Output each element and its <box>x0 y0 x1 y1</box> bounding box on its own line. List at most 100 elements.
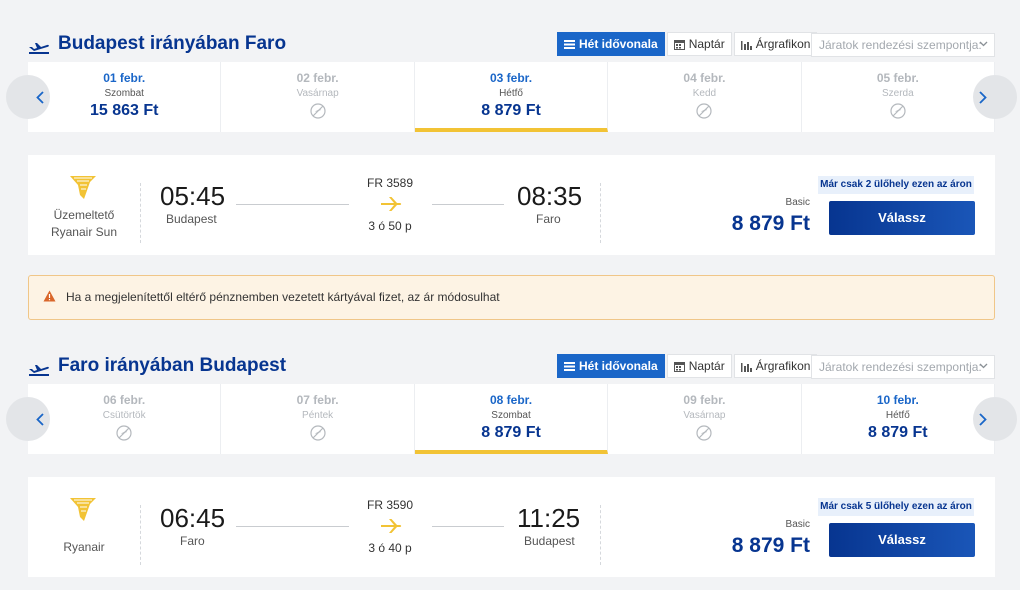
route-line <box>432 204 504 205</box>
view-label: Árgrafikon <box>755 37 811 51</box>
date-label: 04 febr. <box>683 71 726 85</box>
view-week-timeline[interactable]: Hét idővonala <box>557 32 665 56</box>
date-label: 07 febr. <box>296 393 339 407</box>
date-cell: 07 febr. Péntek <box>221 384 415 454</box>
chevron-right-icon <box>979 412 987 426</box>
date-cell: 09 febr. Vasárnap <box>608 384 802 454</box>
seats-left-badge: Már csak 2 ülőhely ezen az áron <box>818 176 974 194</box>
view-week-timeline[interactable]: Hét idővonala <box>557 354 665 378</box>
flight-price: 8 879 Ft <box>731 212 810 235</box>
ryanair-harp-logo-icon <box>70 498 96 521</box>
prev-dates-button[interactable] <box>6 75 50 119</box>
outbound-flight-card: Üzemeltető Ryanair Sun 05:45 Budapest FR… <box>28 155 995 255</box>
bar-chart-icon <box>740 39 752 50</box>
plane-icon <box>381 197 402 211</box>
date-cell: 06 febr. Csütörtök <box>28 384 222 454</box>
divider <box>600 183 601 243</box>
view-label: Naptár <box>688 37 725 51</box>
outbound-title: Budapest irányában Faro <box>58 33 287 54</box>
operator-caption: Üzemeltető <box>53 208 115 222</box>
chevron-left-icon <box>36 90 44 104</box>
route-line <box>236 204 349 205</box>
date-cell[interactable]: 10 febr. Hétfő 8 879 Ft <box>802 384 996 454</box>
chevron-right-icon <box>979 90 987 104</box>
view-label: Árgrafikon <box>755 359 811 373</box>
date-price: 15 863 Ft <box>89 102 159 119</box>
sort-dropdown[interactable]: Járatok rendezési szempontja: <box>811 33 995 57</box>
no-flight-icon <box>310 103 326 119</box>
view-switcher: Hét idővonala Naptár Árgrafikon <box>557 32 819 56</box>
prev-dates-button[interactable] <box>6 397 50 441</box>
date-price: 8 879 Ft <box>481 424 541 441</box>
weekday-label: Szombat <box>104 88 144 99</box>
operator-name: Ryanair Sun <box>50 225 118 239</box>
next-dates-button[interactable] <box>973 75 1017 119</box>
date-cell-selected[interactable]: 08 febr. Szombat 8 879 Ft <box>414 384 609 454</box>
date-price: 8 879 Ft <box>868 424 928 441</box>
view-calendar[interactable]: Naptár <box>666 354 732 378</box>
flight-duration: 3 ó 50 p <box>368 219 412 233</box>
view-price-chart[interactable]: Árgrafikon <box>733 354 818 378</box>
date-label: 08 febr. <box>490 393 533 407</box>
weekday-label: Kedd <box>692 88 717 99</box>
select-flight-button[interactable]: Válassz <box>829 523 975 557</box>
outbound-header: Budapest irányában Faro Hét idővonala Na… <box>28 32 995 57</box>
currency-warning: Ha a megjelenítettől eltérő pénznemben v… <box>28 275 995 320</box>
date-price: 8 879 Ft <box>481 102 541 119</box>
view-switcher: Hét idővonala Naptár Árgrafikon <box>557 354 819 378</box>
next-dates-button[interactable] <box>973 397 1017 441</box>
date-cell[interactable]: 01 febr. Szombat 15 863 Ft <box>28 62 222 132</box>
weekday-label: Hétfő <box>885 410 910 421</box>
fare-type: Basic <box>785 197 810 208</box>
departure-time: 06:45 <box>160 503 226 533</box>
arrival-time: 11:25 <box>517 503 581 533</box>
date-label: 03 febr. <box>490 71 533 85</box>
chevron-left-icon <box>36 412 44 426</box>
date-label: 09 febr. <box>683 393 726 407</box>
bar-chart-icon <box>740 361 752 372</box>
plane-icon <box>381 519 402 533</box>
ryanair-harp-logo-icon <box>70 176 96 199</box>
view-calendar[interactable]: Naptár <box>666 32 732 56</box>
weekday-label: Vasárnap <box>296 88 339 99</box>
no-flight-icon <box>696 425 713 441</box>
departure-time: 05:45 <box>160 181 226 211</box>
weekday-label: Péntek <box>302 410 334 421</box>
view-price-chart[interactable]: Árgrafikon <box>733 32 818 56</box>
arrival-city: Faro <box>536 212 561 226</box>
weekday-label: Hétfő <box>499 88 523 99</box>
arrival-time: 08:35 <box>517 181 583 211</box>
chevron-down-icon <box>979 363 988 369</box>
inbound-flight-card: Ryanair 06:45 Faro FR 3590 3 ó 40 p 11:2… <box>28 477 995 577</box>
flight-number: FR 3589 <box>366 176 414 190</box>
sort-dropdown[interactable]: Járatok rendezési szempontja: <box>811 355 995 379</box>
weekday-label: Csütörtök <box>102 410 146 421</box>
divider <box>600 505 601 565</box>
flight-duration: 3 ó 40 p <box>368 541 412 555</box>
sort-placeholder: Járatok rendezési szempontja: <box>819 360 982 374</box>
view-label: Hét idővonala <box>579 37 658 51</box>
inbound-title: Faro irányában Budapest <box>58 355 287 376</box>
no-flight-icon <box>310 425 326 441</box>
select-flight-button[interactable]: Válassz <box>829 201 975 235</box>
list-icon <box>564 39 575 49</box>
weekday-label: Vasárnap <box>683 410 726 421</box>
date-label: 02 febr. <box>296 71 339 85</box>
flight-price: 8 879 Ft <box>731 534 810 557</box>
seats-left-badge: Már csak 5 ülőhely ezen az áron <box>818 498 974 516</box>
date-cell: 04 febr. Kedd <box>608 62 802 132</box>
date-cell: 02 febr. Vasárnap <box>221 62 415 132</box>
chevron-down-icon <box>979 41 988 47</box>
date-label: 01 febr. <box>103 71 146 85</box>
outbound-section: Budapest irányában Faro Hét idővonala Na… <box>6 32 1017 255</box>
date-cell-selected[interactable]: 03 febr. Hétfő 8 879 Ft <box>414 62 609 132</box>
flight-number: FR 3590 <box>366 498 414 512</box>
fare-type: Basic <box>785 519 810 530</box>
view-label: Naptár <box>688 359 725 373</box>
departure-city: Faro <box>180 534 205 548</box>
weekday-label: Szombat <box>491 410 531 421</box>
departure-city: Budapest <box>166 212 217 226</box>
arrival-city: Budapest <box>524 534 575 548</box>
operator-block: Ryanair <box>28 477 140 577</box>
calendar-icon <box>673 39 685 50</box>
